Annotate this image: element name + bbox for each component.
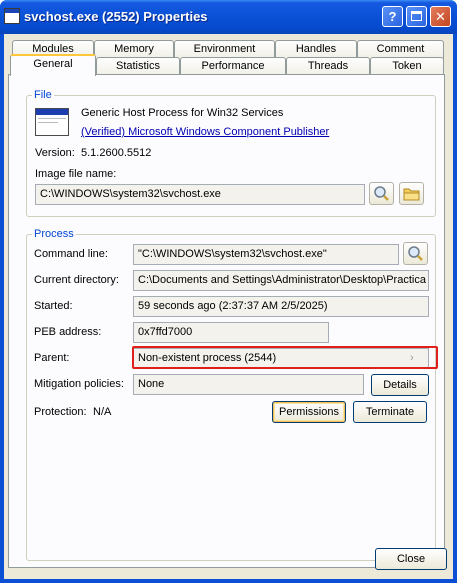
command-line-search-button[interactable] [403,242,428,265]
help-icon: ? [388,9,397,24]
close-window-button[interactable]: ✕ [430,6,451,27]
file-description: Generic Host Process for Win32 Services [81,107,284,119]
image-file-field[interactable]: C:\WINDOWS\system32\svchost.exe [35,184,365,205]
started-label: Started: [34,300,73,312]
terminate-button[interactable]: Terminate [353,401,427,423]
mitigation-policies-label: Mitigation policies: [34,378,124,390]
permissions-button[interactable]: Permissions [272,401,346,423]
general-tab-panel: File Generic Host Process for Win32 Serv… [8,74,445,568]
command-line-field[interactable]: "C:\WINDOWS\system32\svchost.exe" [133,244,399,265]
image-search-button[interactable] [369,182,394,205]
command-line-label: Command line: [34,248,108,260]
mitigation-policies-field[interactable]: None [133,374,364,395]
version-label: Version: [35,147,75,159]
open-folder-button[interactable] [399,182,424,205]
publisher-link[interactable]: (Verified) Microsoft Windows Component P… [81,126,329,138]
parent-label: Parent: [34,352,70,364]
maximize-button[interactable] [406,6,427,27]
title-bar[interactable]: svchost.exe (2552) Properties ? ✕ [0,0,457,34]
maximize-icon [411,11,422,21]
current-directory-field[interactable]: C:\Documents and Settings\Administrator\… [133,270,429,291]
search-icon [374,186,389,201]
current-directory-label: Current directory: [34,274,119,286]
dialog-client: Modules Memory Environment Handles Comme… [4,34,453,579]
image-file-label: Image file name: [35,168,117,180]
close-button[interactable]: Close [375,548,447,570]
close-icon: ✕ [435,9,446,24]
app-window-icon [35,108,69,136]
tab-general[interactable]: General [10,54,96,76]
search-icon [408,246,423,261]
window-title: svchost.exe (2552) Properties [24,9,208,24]
app-window-icon [4,8,20,24]
started-field[interactable]: 59 seconds ago (2:37:37 AM 2/5/2025) [133,296,429,317]
file-group-title: File [32,89,54,101]
protection-label: Protection: [34,406,87,418]
parent-field[interactable]: Non-existent process (2544) [133,348,429,369]
process-group-title: Process [32,228,76,240]
folder-icon [403,188,420,201]
parent-go-arrow[interactable]: › [410,352,414,364]
version-value: 5.1.2600.5512 [81,147,152,159]
protection-value: N/A [93,406,112,418]
help-button[interactable]: ? [382,6,403,27]
details-button[interactable]: Details [371,374,429,396]
properties-window: svchost.exe (2552) Properties ? ✕ Module… [0,0,457,583]
peb-address-field[interactable]: 0x7ffd7000 [133,322,329,343]
peb-address-label: PEB address: [34,326,102,338]
